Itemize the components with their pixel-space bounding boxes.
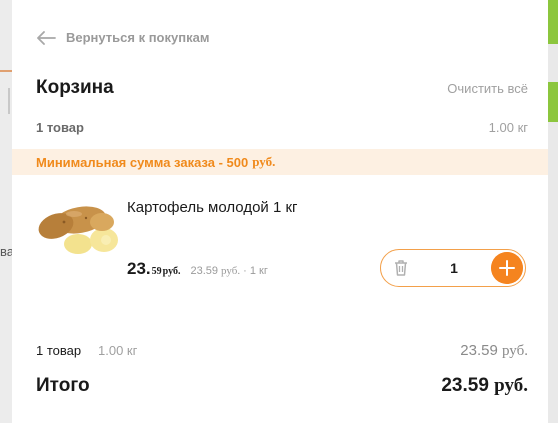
background-green-block	[548, 82, 558, 122]
back-label: Вернуться к покупкам	[66, 30, 210, 45]
footer-item-count: 1 товар	[36, 343, 82, 358]
min-order-currency: руб.	[252, 154, 276, 169]
total-value: 23.59 руб.	[441, 375, 528, 397]
total-label: Итого	[36, 375, 90, 396]
min-order-notice: Минимальная сумма заказа - 500 руб.	[12, 149, 548, 175]
clear-all-button[interactable]: Очистить всё	[447, 81, 528, 96]
price-integer: 23.	[127, 259, 151, 278]
subtotal-value: 23.59	[460, 342, 498, 359]
quantity-stepper: 1	[380, 249, 526, 287]
back-to-shopping-link[interactable]: Вернуться к покупкам	[36, 30, 209, 45]
background-right-strip	[548, 0, 558, 423]
plus-icon[interactable]	[491, 252, 523, 284]
price-currency: руб.	[162, 266, 181, 277]
price-fraction: 59	[151, 266, 162, 277]
trash-icon[interactable]	[391, 258, 411, 278]
background-divider	[8, 88, 10, 114]
unit-price-currency: руб.	[221, 265, 241, 277]
total-currency: руб.	[494, 375, 528, 396]
unit-price-suffix: · 1 кг	[240, 265, 268, 277]
cart-weight: 1.00 кг	[488, 120, 528, 135]
product-name[interactable]: Картофель молодой 1 кг	[127, 198, 327, 218]
footer-weight: 1.00 кг	[98, 343, 138, 358]
cart-panel: Вернуться к покупкам Корзина Очистить вс…	[12, 0, 548, 423]
background-divider	[0, 70, 12, 72]
unit-price: 23.59 руб. · 1 кг	[190, 265, 267, 277]
min-order-text: Минимальная сумма заказа - 500	[36, 154, 249, 170]
product-price: 23. 59 руб. 23.59 руб. · 1 кг	[127, 259, 268, 279]
cart-item-count: 1 товар	[36, 120, 84, 135]
arrow-left-icon	[37, 30, 56, 45]
total-amount: 23.59	[441, 375, 489, 396]
subtotal-currency: руб.	[502, 343, 528, 359]
cart-title: Корзина	[36, 77, 114, 98]
background-green-block	[548, 0, 558, 44]
background-left-strip: ва	[0, 0, 14, 423]
footer-subtotal: 23.59 руб.	[460, 342, 528, 360]
unit-price-value: 23.59	[190, 265, 218, 277]
potato-image	[38, 206, 118, 254]
